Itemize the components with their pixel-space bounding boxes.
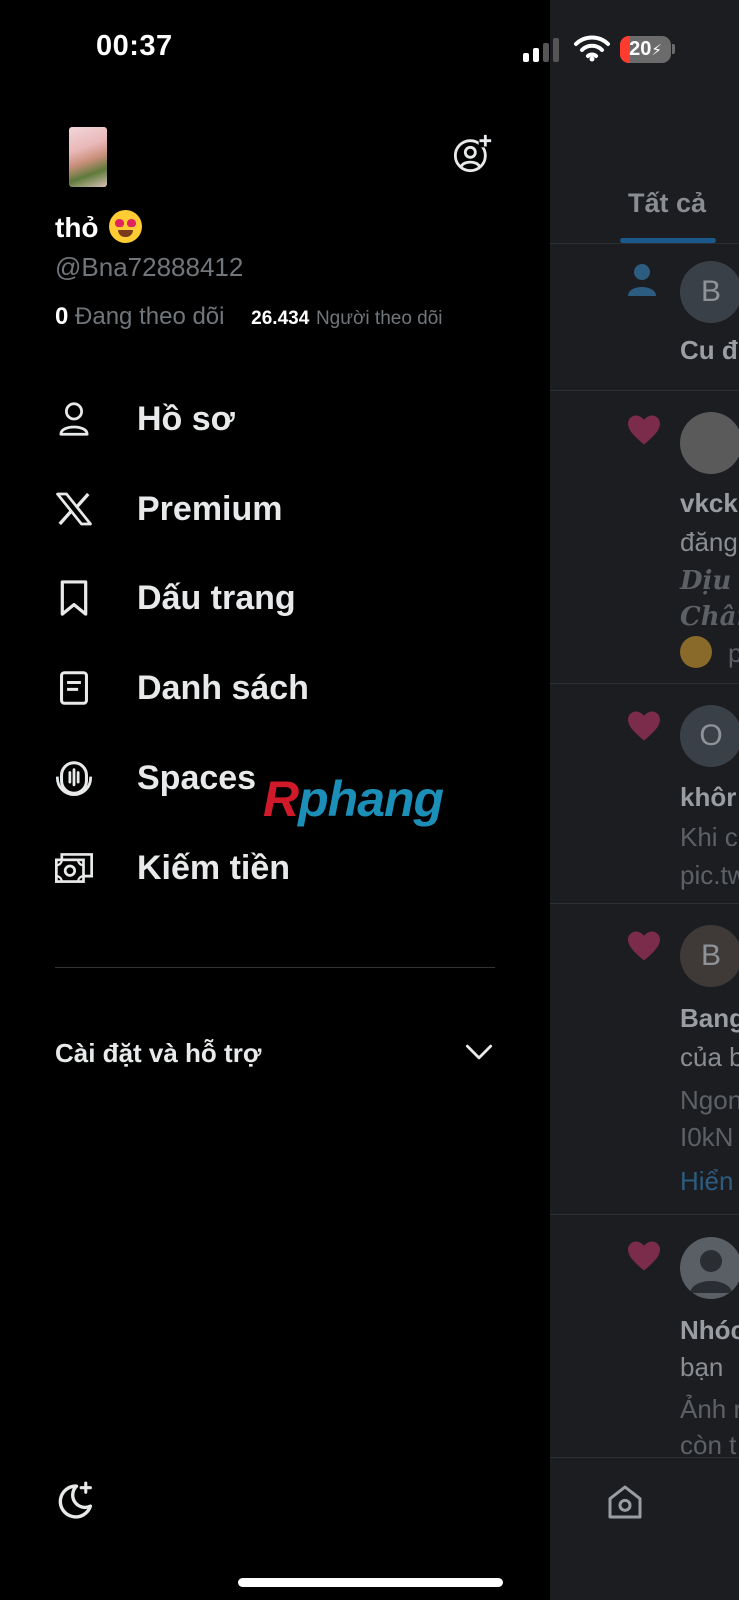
background-feed: Tất cả B Cu đ vkck đăng Dịu c Chân p O k… [550, 0, 739, 1600]
tab-all[interactable]: Tất cả [628, 188, 706, 219]
menu-item-profile[interactable]: Hồ sơ [55, 389, 505, 449]
tweet-text: p [728, 638, 739, 668]
notification-text: bạn [680, 1352, 724, 1382]
menu-item-label: Danh sách [137, 668, 309, 707]
tweet-text: I0kN [680, 1122, 734, 1152]
heart-eyes-emoji-icon [108, 210, 142, 243]
tweet-text: Ngon [680, 1085, 739, 1115]
tweet-text: Dịu c [680, 566, 739, 596]
menu-item-label: Kiếm tiền [137, 848, 291, 887]
notification-text: Cu đ [680, 335, 738, 365]
profile-avatar[interactable] [69, 127, 107, 187]
status-time: 00:37 [96, 30, 173, 62]
bookmark-icon [60, 580, 88, 616]
wifi-icon [574, 35, 610, 62]
x-logo-icon [56, 492, 92, 526]
watermark-part: phang [298, 771, 444, 827]
follow-stats: 0 Đang theo dõi 26.434 Người theo dõi [55, 303, 443, 331]
settings-and-support[interactable]: Cài đặt và hỗ trợ [55, 1038, 261, 1069]
watermark-logo: Rphang [263, 770, 444, 828]
following-count[interactable]: 0 [55, 303, 68, 330]
smiling-hearts-emoji-icon [680, 636, 712, 668]
charging-bolt-icon: ⚡ [651, 42, 662, 59]
tweet-text: Khi c [680, 822, 738, 852]
notification-text: đăng [680, 527, 738, 557]
list-icon [60, 671, 88, 705]
default-avatar-icon[interactable] [680, 1237, 739, 1299]
notification-text: khôr [680, 782, 737, 812]
menu-item-premium[interactable]: Premium [55, 479, 505, 539]
battery-level: 20 [629, 38, 652, 60]
menu-item-lists[interactable]: Danh sách [55, 658, 505, 718]
battery-icon: 20⚡ [620, 36, 671, 63]
spaces-icon [56, 761, 92, 796]
divider [550, 243, 739, 244]
person-icon [59, 402, 89, 436]
cellular-signal-icon [523, 38, 561, 62]
menu-divider [55, 967, 495, 968]
menu-item-label: Spaces [137, 758, 257, 797]
profile-name-text: thỏ [55, 212, 99, 243]
tweet-text: Chân [680, 602, 739, 632]
add-account-icon[interactable] [452, 134, 492, 174]
home-icon[interactable] [605, 1482, 645, 1522]
avatar[interactable]: B [680, 925, 739, 987]
avatar[interactable]: O [680, 705, 739, 767]
divider [550, 1214, 739, 1215]
divider [550, 390, 739, 391]
tweet-text: pic.tw [680, 860, 739, 890]
show-more-link[interactable]: Hiển [680, 1166, 733, 1197]
followers-label[interactable]: Người theo dõi [316, 308, 443, 329]
notification-text: vkck [680, 488, 738, 518]
follow-person-icon [628, 264, 656, 296]
dark-mode-moon-icon[interactable] [55, 1480, 95, 1520]
menu-item-label: Hồ sơ [137, 399, 235, 438]
profile-name[interactable]: thỏ [55, 210, 142, 244]
bottom-nav [550, 1457, 739, 1600]
battery-cap [672, 44, 675, 54]
money-icon [55, 853, 93, 883]
avatar[interactable] [680, 412, 739, 474]
watermark-part: R [263, 771, 299, 827]
heart-icon [628, 931, 660, 961]
notification-text: Nhóc [680, 1315, 739, 1345]
heart-icon [628, 711, 660, 741]
menu-item-monetization[interactable]: Kiếm tiền [55, 838, 505, 898]
followers-count[interactable]: 26.434 [251, 308, 309, 329]
chevron-down-icon[interactable] [465, 1040, 493, 1064]
notification-text: của b [680, 1042, 739, 1072]
divider [550, 903, 739, 904]
menu-item-label: Premium [137, 489, 283, 528]
notification-text: Bang [680, 1003, 739, 1033]
heart-icon [628, 1241, 660, 1271]
tweet-text: Ảnh r [680, 1394, 739, 1424]
heart-icon [628, 415, 660, 445]
following-label[interactable]: Đang theo dõi [75, 303, 224, 330]
menu-item-bookmarks[interactable]: Dấu trang [55, 568, 505, 628]
menu-item-label: Dấu trang [137, 578, 296, 617]
home-indicator[interactable] [238, 1578, 503, 1587]
avatar[interactable]: B [680, 261, 739, 323]
profile-handle: @Bna72888412 [55, 252, 244, 282]
divider [550, 683, 739, 684]
